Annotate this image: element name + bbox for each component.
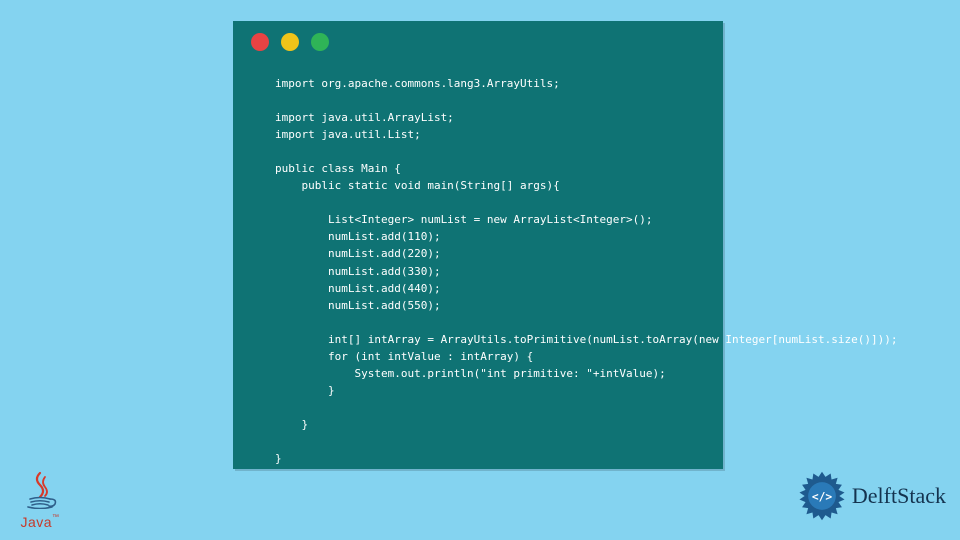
code-line: numList.add(110); [275,230,441,243]
code-line: numList.add(220); [275,247,441,260]
code-line: import java.util.ArrayList; [275,111,454,124]
java-label: Java™ [12,514,68,530]
code-line: for (int intValue : intArray) { [275,350,533,363]
code-line: List<Integer> numList = new ArrayList<In… [275,213,653,226]
code-line: import java.util.List; [275,128,421,141]
java-logo: Java™ [12,471,68,530]
minimize-icon[interactable] [281,33,299,51]
code-line: System.out.println("int primitive: "+int… [275,367,666,380]
svg-text:</>: </> [812,490,833,503]
delftstack-label: DelftStack [852,483,946,509]
code-line: numList.add(440); [275,282,441,295]
code-line: import org.apache.commons.lang3.ArrayUti… [275,77,560,90]
gear-icon: </> [796,470,848,522]
code-line: } [275,384,335,397]
code-line: } [275,452,282,465]
code-line: public class Main { [275,162,401,175]
maximize-icon[interactable] [311,33,329,51]
code-line: numList.add(330); [275,265,441,278]
code-window: import org.apache.commons.lang3.ArrayUti… [233,21,723,469]
code-block: import org.apache.commons.lang3.ArrayUti… [233,57,723,477]
delftstack-logo: </> DelftStack [796,470,946,522]
close-icon[interactable] [251,33,269,51]
window-titlebar [233,21,723,57]
code-line: } [275,418,308,431]
java-cup-icon [20,471,60,509]
java-label-text: Java [20,514,52,530]
code-line: int[] intArray = ArrayUtils.toPrimitive(… [275,333,898,346]
code-line: public static void main(String[] args){ [275,179,560,192]
java-tm: ™ [52,514,60,521]
code-line: numList.add(550); [275,299,441,312]
